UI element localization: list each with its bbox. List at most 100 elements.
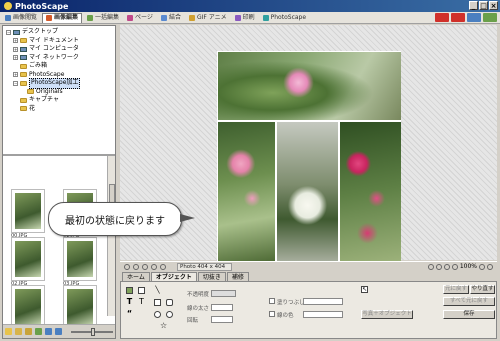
zoom-out-icon[interactable] — [479, 263, 485, 270]
property-tab-0[interactable]: ホーム — [122, 272, 150, 281]
slider-knob[interactable] — [91, 327, 95, 336]
tree-item[interactable]: Originals — [6, 88, 112, 97]
stroke-checkbox[interactable] — [269, 311, 275, 317]
maximize-button[interactable]: □ — [479, 1, 488, 10]
refresh-icon[interactable] — [35, 328, 42, 335]
redo-button[interactable]: やり直す — [470, 285, 495, 294]
tree-expander[interactable]: + — [13, 38, 18, 44]
left-pane: − デスクトップ + マイ ドキュメント + マイ コンピュータ + マイ ネットワーク ごみ箱… — [2, 25, 116, 339]
star-tool-icon[interactable]: ☆ — [160, 322, 167, 330]
tree-item[interactable]: + マイ ネットワーク — [6, 54, 112, 63]
folder-up-icon[interactable] — [25, 328, 32, 335]
fill-checkbox[interactable] — [269, 298, 275, 304]
badge-icon[interactable] — [451, 13, 465, 22]
tab-7[interactable]: PhotoScape — [260, 13, 309, 23]
stroke-color-select[interactable] — [303, 311, 343, 318]
tree-item[interactable]: + マイ コンピュータ — [6, 45, 112, 54]
star-icon[interactable] — [5, 328, 12, 335]
fill-color-select[interactable] — [303, 298, 343, 305]
tree-item-label: マイ ネットワーク — [29, 53, 79, 61]
tree-item-label: ごみ箱 — [29, 62, 48, 69]
zoom-in-icon[interactable] — [451, 263, 458, 270]
flip-icon[interactable] — [142, 264, 148, 270]
badge-icon[interactable] — [435, 13, 449, 22]
fit-icon[interactable] — [427, 263, 434, 270]
rotate-right-icon[interactable] — [133, 264, 139, 270]
back-arrow-icon[interactable] — [45, 328, 52, 335]
folder-icon — [27, 89, 34, 95]
tree-item-label: デスクトップ — [22, 28, 59, 35]
tree-expander[interactable]: + — [13, 46, 18, 52]
info-icon[interactable] — [160, 264, 166, 270]
thumbnail[interactable] — [63, 237, 97, 281]
zoom-actual-icon[interactable] — [435, 263, 442, 270]
tab-6[interactable]: 印刷 — [232, 13, 258, 23]
main-tab-bar: 画像閲覧 画像編集 一括編集 ページ 結合 GIF アニメ 印刷 PhotoScape — [0, 12, 500, 24]
tree-item[interactable]: 花 — [6, 105, 112, 114]
tree-expander[interactable]: − — [13, 80, 18, 86]
save-button[interactable]: 保存 — [443, 310, 495, 319]
speech-bubble-tool-icon[interactable] — [138, 287, 145, 294]
thumbnail-image — [67, 241, 93, 277]
thumbnail[interactable] — [11, 237, 45, 281]
photo-object-button[interactable]: 写真＋オブジェクト — [361, 310, 413, 319]
thumbnail-size-slider[interactable] — [71, 327, 113, 336]
tree-item[interactable]: + マイ ドキュメント — [6, 37, 112, 46]
tree-expander[interactable]: + — [13, 55, 18, 61]
property-tab-2[interactable]: 切抜き — [197, 272, 226, 281]
line-width-input[interactable] — [211, 304, 233, 311]
undo-all-button[interactable]: すべて元に戻す — [443, 297, 495, 306]
quote-tool-icon[interactable]: “ — [126, 310, 133, 318]
photo-size-readout: Photo 404 x 404 — [177, 263, 232, 271]
minimize-button[interactable]: _ — [469, 1, 478, 10]
zoom-fit-icon[interactable] — [443, 263, 450, 270]
ellipse-tool-icon[interactable] — [166, 311, 173, 318]
opacity-slider[interactable] — [211, 290, 236, 297]
tab-1[interactable]: 画像編集 — [42, 12, 83, 23]
zoom-controls: 100% — [427, 263, 493, 270]
tree-item[interactable]: − デスクトップ — [6, 28, 112, 37]
tree-expander[interactable]: − — [6, 29, 11, 35]
text-tool-icon[interactable]: T — [126, 298, 133, 306]
tab-3[interactable]: ページ — [124, 13, 156, 23]
text-outline-tool-icon[interactable]: T — [138, 298, 145, 306]
thumbnail[interactable] — [63, 285, 97, 326]
rounded-rect-tool-icon[interactable] — [166, 299, 173, 306]
thumbnail[interactable] — [11, 189, 45, 233]
tree-item[interactable]: − PhotoScape加工 — [6, 78, 112, 89]
tab-2[interactable]: 一括編集 — [84, 13, 122, 23]
zoom-more-icon[interactable] — [487, 263, 493, 270]
close-button[interactable]: × — [489, 1, 498, 10]
rectangle-tool-icon[interactable] — [154, 299, 161, 306]
tab-4[interactable]: 結合 — [158, 13, 184, 23]
property-tab-1[interactable]: オブジェクト — [150, 272, 197, 281]
tab-0[interactable]: 画像閲覧 — [2, 13, 40, 23]
network-icon — [20, 55, 27, 61]
photo-tool-icon[interactable] — [126, 287, 133, 294]
thumbnail[interactable] — [11, 285, 45, 326]
folder-tree[interactable]: − デスクトップ + マイ ドキュメント + マイ コンピュータ + マイ ネットワーク ごみ箱… — [3, 26, 115, 156]
folder-icon[interactable] — [15, 328, 22, 335]
flip-vertical-icon[interactable] — [151, 264, 157, 270]
tree-item[interactable]: キャプチャ — [6, 96, 112, 105]
rotate-left-icon[interactable] — [124, 264, 130, 270]
line-tool-icon[interactable]: ╲ — [154, 287, 161, 294]
thumbnail-scrollbar[interactable] — [107, 156, 115, 316]
undo-button[interactable]: 元に戻す — [443, 285, 469, 294]
badge-icon[interactable] — [483, 13, 497, 22]
tab-label: ページ — [135, 13, 153, 21]
zoom-level[interactable]: 100% — [460, 263, 477, 270]
select-arrow-icon[interactable]: ↖ — [361, 286, 368, 293]
forward-arrow-icon[interactable] — [55, 328, 62, 335]
tree-expander[interactable]: + — [13, 72, 18, 78]
badge-icon[interactable] — [467, 13, 481, 22]
property-tab-3[interactable]: 補修 — [226, 272, 249, 281]
thumbnail-image — [15, 241, 41, 277]
rotate-input[interactable] — [211, 316, 233, 323]
folder-icon — [20, 38, 27, 44]
tree-item[interactable]: ごみ箱 — [6, 62, 112, 71]
photo-collage[interactable] — [217, 51, 401, 261]
circle-tool-icon[interactable] — [154, 311, 161, 318]
tab-5[interactable]: GIF アニメ — [186, 13, 230, 23]
tab-icon — [46, 15, 53, 21]
